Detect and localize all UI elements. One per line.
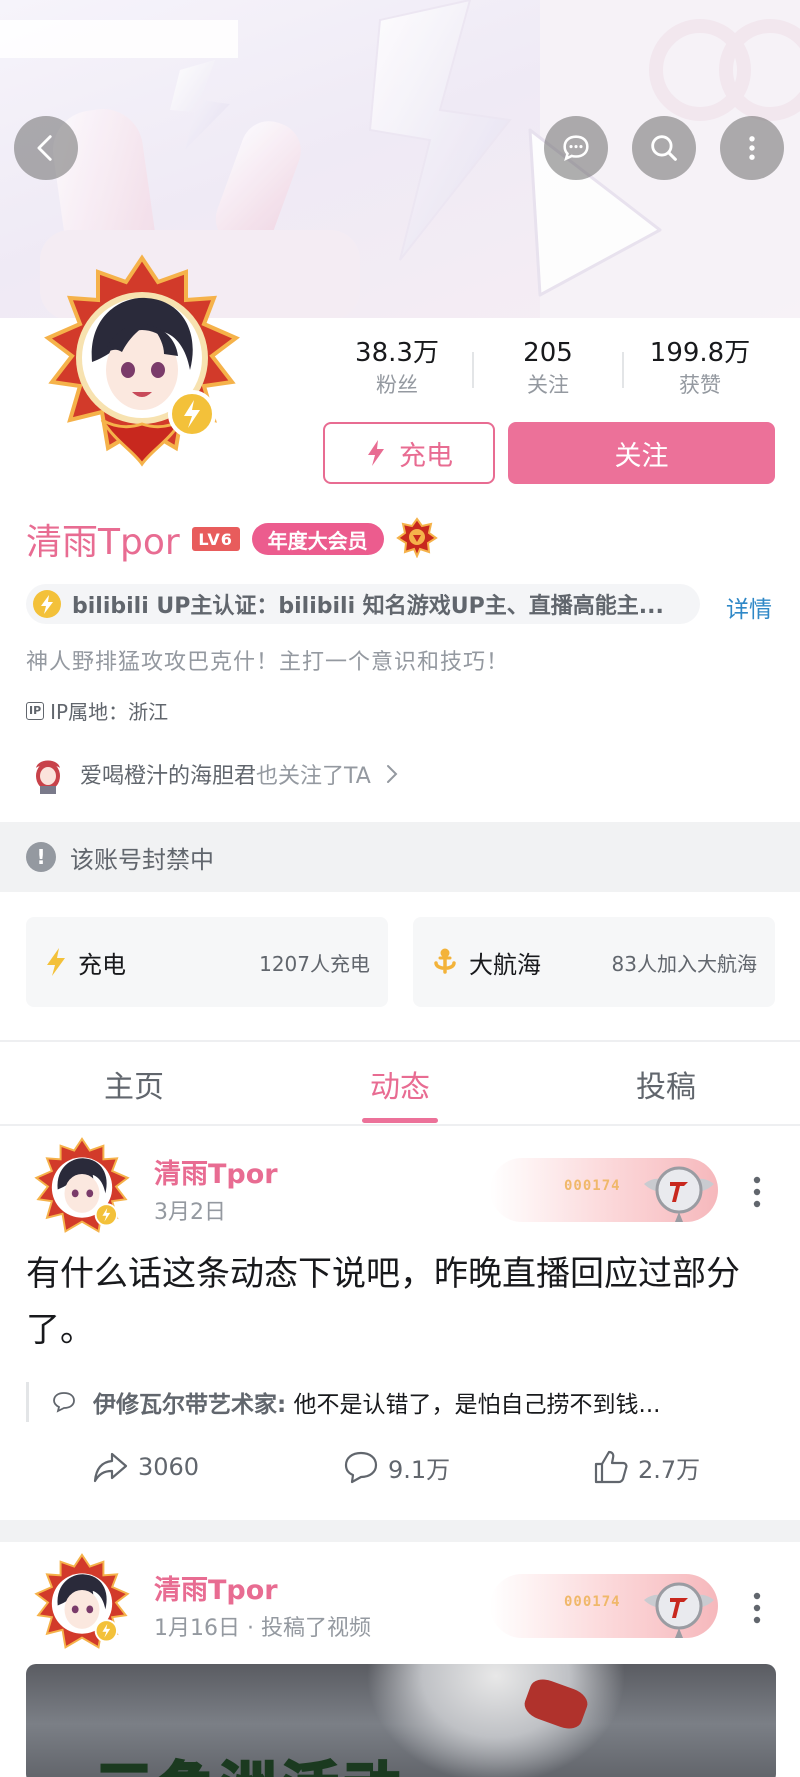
- comment-text: 他不是认错了，是怕自己捞不到钱...: [286, 1392, 661, 1418]
- ip-icon: IP: [26, 701, 45, 720]
- tabs-divider: [0, 1124, 800, 1126]
- mutual-follow-row[interactable]: 爱喝橙汁的海胆君也关注了TA: [30, 752, 399, 796]
- likes-count: 199.8万: [649, 338, 751, 368]
- more-vertical-icon: [749, 136, 755, 160]
- username-row: 清雨Tpor LV6 年度大会员: [26, 516, 438, 563]
- stat-likes[interactable]: 199.8万 获赞: [630, 336, 770, 400]
- certification-text: bilibili UP主认证：bilibili 知名游戏UP主、直播高能主...: [72, 594, 664, 619]
- certification-bar[interactable]: bilibili UP主认证：bilibili 知名游戏UP主、直播高能主...: [26, 584, 700, 624]
- avatar[interactable]: [36, 252, 248, 474]
- message-button[interactable]: [544, 116, 608, 180]
- following-label: 关注: [527, 373, 569, 397]
- mutual-follower-name: 爱喝橙汁的海胆君: [80, 764, 257, 789]
- anchor-icon: [434, 948, 456, 974]
- post-date: 1月16日 · 投稿了视频: [154, 1616, 371, 1641]
- lightning-icon: [368, 440, 384, 466]
- share-icon: [93, 1452, 128, 1483]
- video-thumbnail[interactable]: 三角洲活动: [26, 1664, 776, 1777]
- post-avatar-image: [34, 1553, 130, 1649]
- certification-detail-link[interactable]: 详情: [726, 590, 772, 624]
- back-button[interactable]: [14, 116, 78, 180]
- fan-medal-card[interactable]: 000174: [490, 1574, 718, 1638]
- search-button[interactable]: [632, 116, 696, 180]
- medal-icon[interactable]: [395, 516, 438, 562]
- follow-button-label: 关注: [614, 440, 669, 472]
- avatar-pendant-image: [44, 254, 240, 467]
- chevron-right-icon: [386, 765, 398, 783]
- search-icon: [651, 135, 677, 161]
- like-count: 2.7万: [638, 1455, 701, 1484]
- post-avatar[interactable]: [30, 1136, 134, 1244]
- post-avatar-image: [34, 1137, 130, 1233]
- tab-videos[interactable]: 投稿: [596, 1062, 736, 1106]
- banned-notice: ! 该账号封禁中: [0, 822, 800, 892]
- back-arrow-icon: [37, 135, 52, 161]
- hot-comment[interactable]: 伊修瓦尔带艺术家: 他不是认错了，是怕自己捞不到钱...: [26, 1382, 762, 1422]
- post-avatar[interactable]: [30, 1552, 134, 1660]
- username: 清雨Tpor: [26, 522, 180, 563]
- more-button[interactable]: [720, 116, 784, 180]
- thumbs-up-icon: [594, 1450, 628, 1484]
- profile-tabs: 主页 动态 投稿: [0, 1042, 800, 1124]
- likes-label: 获赞: [679, 373, 721, 397]
- like-button[interactable]: 2.7万: [592, 1448, 700, 1486]
- post-author[interactable]: 清雨Tpor: [154, 1568, 278, 1607]
- signature: 神人野排猛攻攻巴克什！主打一个意识和技巧！: [26, 650, 510, 675]
- post-actions: 3060 9.1万 2.7万: [0, 1448, 800, 1498]
- fan-emblem-icon: [644, 1582, 714, 1638]
- comment-bubble-icon: [53, 1392, 75, 1413]
- comment-author: 伊修瓦尔带艺术家:: [93, 1392, 287, 1418]
- ip-location: IP IP属地：浙江: [26, 696, 168, 725]
- guard-card[interactable]: 大航海 83人加入大航海: [413, 917, 775, 1007]
- fan-medal-card[interactable]: 000174: [490, 1158, 718, 1222]
- chat-bubble-icon: [563, 135, 589, 161]
- video-title-overlay: 三角洲活动: [95, 1744, 406, 1777]
- stat-fans[interactable]: 38.3万 粉丝: [327, 336, 467, 400]
- following-count: 205: [523, 338, 573, 368]
- follow-button[interactable]: 关注: [508, 422, 775, 484]
- certification-lightning-icon: [33, 590, 61, 618]
- fan-emblem-icon: [644, 1166, 714, 1222]
- stat-divider: [472, 352, 474, 388]
- share-button[interactable]: 3060: [92, 1448, 199, 1486]
- level-badge: LV6: [191, 527, 240, 551]
- post-more-icon[interactable]: [752, 1175, 762, 1209]
- comment-count: 9.1万: [388, 1455, 451, 1484]
- feed-separator: [0, 1520, 800, 1542]
- comment-button[interactable]: 9.1万: [342, 1448, 450, 1486]
- fans-count: 38.3万: [355, 338, 439, 368]
- charge-button-label: 充电: [399, 440, 453, 472]
- medal-emblem-icon: [395, 517, 438, 559]
- warning-icon: !: [26, 842, 56, 872]
- charge-card[interactable]: 充电 1207人充电: [26, 917, 388, 1007]
- tab-dynamic[interactable]: 动态: [330, 1062, 470, 1106]
- post-text[interactable]: 有什么话这条动态下说吧，昨晚直播回应过部分了。: [26, 1246, 786, 1358]
- active-tab-indicator: [362, 1118, 438, 1123]
- charge-card-title: 充电: [78, 950, 126, 979]
- tab-home[interactable]: 主页: [64, 1062, 204, 1106]
- share-count: 3060: [138, 1453, 200, 1481]
- post-date: 3月2日: [154, 1200, 226, 1225]
- stat-following[interactable]: 205 关注: [478, 336, 618, 400]
- comment-icon: [344, 1451, 378, 1484]
- vip-badge[interactable]: 年度大会员: [251, 523, 384, 555]
- fan-number: 000174: [564, 1178, 621, 1194]
- fan-number: 000174: [564, 1594, 621, 1610]
- lightning-icon: [47, 948, 65, 976]
- mutual-follower-avatar: [36, 760, 60, 794]
- guard-card-subtitle: 83人加入大航海: [611, 951, 757, 976]
- banned-notice-text: 该账号封禁中: [70, 845, 214, 874]
- fans-label: 粉丝: [376, 373, 418, 397]
- guard-card-title: 大航海: [469, 950, 541, 979]
- charge-button[interactable]: 充电: [323, 422, 495, 484]
- post-author[interactable]: 清雨Tpor: [154, 1152, 278, 1191]
- ip-location-text: IP属地：浙江: [50, 700, 169, 724]
- stat-divider: [622, 352, 624, 388]
- charge-card-subtitle: 1207人充电: [259, 951, 370, 976]
- mutual-follow-text: 也关注了TA: [256, 764, 371, 789]
- post-more-icon[interactable]: [752, 1591, 762, 1625]
